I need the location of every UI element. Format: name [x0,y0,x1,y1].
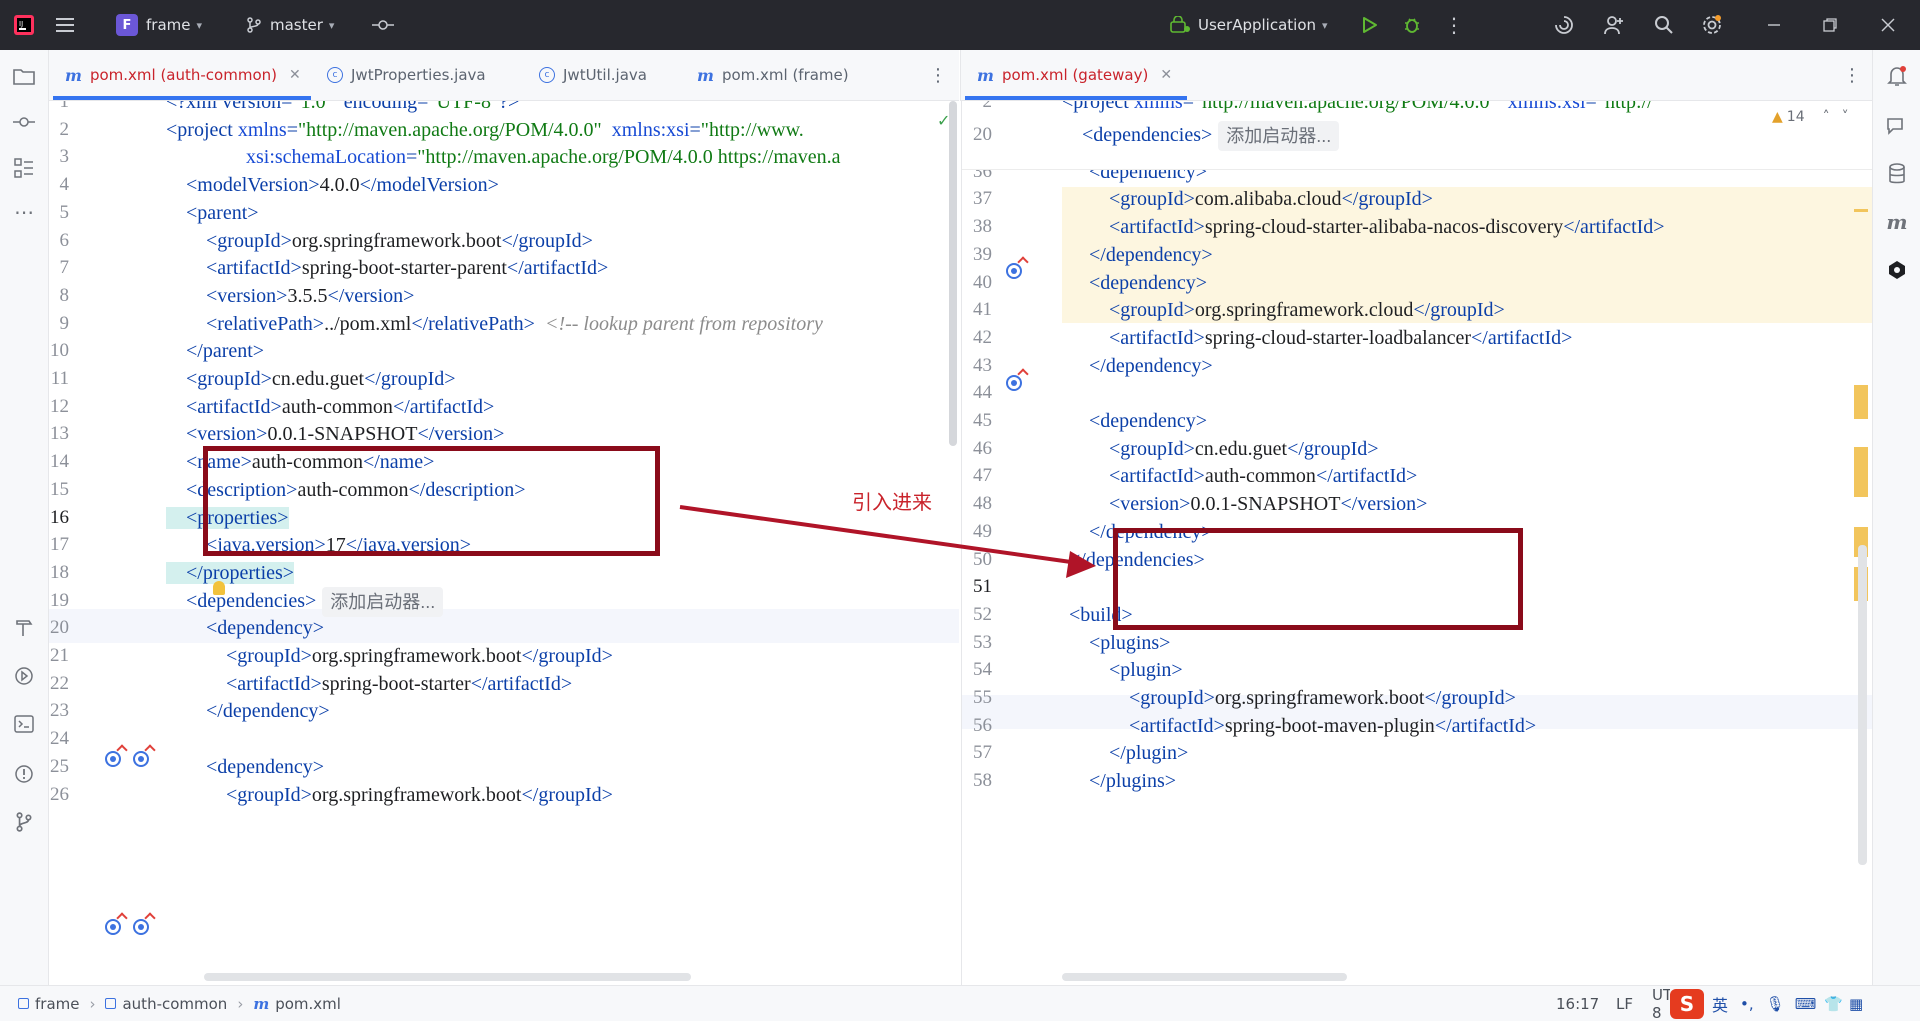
microphone-icon: 🎙 [1765,994,1785,1013]
chevron-right-icon: › [237,994,244,1013]
sogou-ime-icon: S [1670,988,1704,1019]
line-separator[interactable]: LF [1616,986,1633,1021]
ime-toolbar[interactable]: S 英 •, 🎙 ⌨ 👕 ▦ [1670,986,1863,1021]
ime-mode: 英 [1712,995,1729,1015]
toolbox-icon: ▦ [1849,994,1864,1013]
status-bar: frame › auth-common › m pom.xml 16:17 LF… [0,985,1920,1021]
keyboard-icon: ⌨ [1794,994,1817,1013]
breadcrumb-item-auth-common[interactable]: auth-common [122,995,227,1013]
file-encoding[interactable]: UTF-8 [1652,986,1670,1021]
annotation-arrow [679,505,1096,578]
maven-icon: m [253,994,270,1013]
breadcrumb-item-pom[interactable]: pom.xml [275,995,341,1013]
module-icon [18,998,29,1009]
skin-icon: 👕 [1824,994,1844,1013]
caret-position[interactable]: 16:17 [1556,986,1599,1021]
module-icon [105,998,117,1009]
punctuation-icon: •, [1740,994,1754,1013]
chevron-right-icon: › [89,994,96,1013]
breadcrumb: frame › auth-common › m pom.xml [18,986,341,1021]
breadcrumb-item-frame[interactable]: frame [35,995,79,1013]
